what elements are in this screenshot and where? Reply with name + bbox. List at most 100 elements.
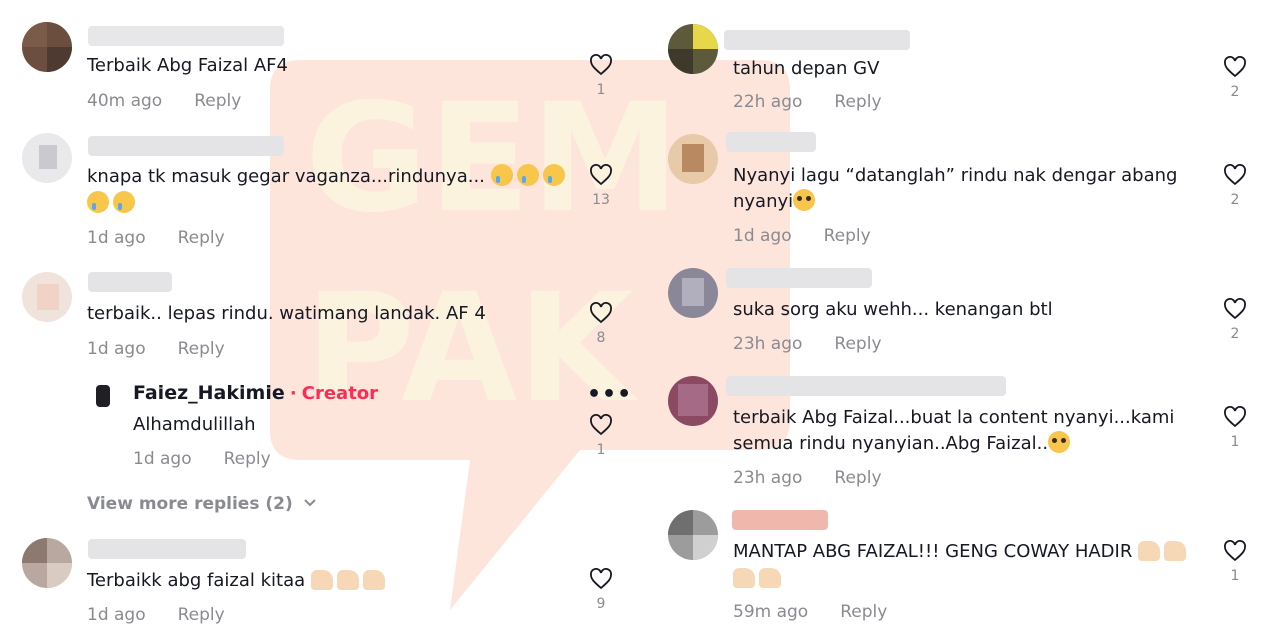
like-button[interactable]: 1 — [586, 54, 616, 98]
reply-button[interactable]: Reply — [834, 334, 881, 354]
like-count: 1 — [1230, 568, 1240, 584]
avatar[interactable] — [22, 133, 72, 183]
like-button[interactable]: 1 — [1220, 540, 1250, 584]
username-blurred[interactable] — [724, 30, 910, 50]
like-count: 1 — [596, 82, 606, 98]
reply-button[interactable]: Reply — [824, 226, 871, 246]
username-blurred[interactable] — [88, 26, 284, 46]
flexed-biceps-icon — [362, 570, 385, 590]
reply-button[interactable]: Reply — [834, 468, 881, 488]
crying-face-icon — [113, 191, 135, 213]
creator-username[interactable]: Faiez_Hakimie — [133, 382, 285, 404]
heart-icon[interactable] — [1223, 56, 1247, 78]
avatar[interactable] — [668, 268, 718, 318]
flexed-biceps-icon — [733, 568, 755, 588]
like-count: 1 — [1230, 434, 1240, 450]
avatar[interactable] — [668, 24, 718, 74]
comment-text-line2: semua rindu nyanyian..Abg Faizal.. — [733, 430, 1074, 457]
comment-time: 23h ago — [733, 468, 803, 488]
reply-button[interactable]: Reply — [840, 602, 887, 622]
pleading-face-icon — [1048, 431, 1071, 453]
view-more-replies-button[interactable]: View more replies (2) — [87, 494, 317, 514]
username-blurred[interactable] — [88, 539, 246, 559]
comment-time: 59m ago — [733, 602, 809, 622]
heart-icon[interactable] — [1223, 540, 1247, 562]
comment-text-line: semua rindu nyanyian..Abg Faizal.. — [733, 433, 1049, 454]
comment-text: MANTAP ABG FAIZAL!!! GENG COWAY HADIR — [733, 538, 1190, 565]
comment-text: terbaik Abg Faizal...buat la content nya… — [733, 407, 1175, 428]
comment-time: 22h ago — [733, 92, 803, 112]
heart-icon[interactable] — [589, 164, 613, 186]
comment-meta: 1d ago Reply — [133, 449, 271, 469]
creator-avatar[interactable] — [88, 381, 118, 411]
comment-meta: 1d ago Reply — [87, 605, 225, 625]
like-button[interactable]: 9 — [586, 568, 616, 612]
comment-meta: 1d ago Reply — [87, 339, 225, 359]
like-count: 13 — [592, 192, 610, 208]
reply-button[interactable]: Reply — [178, 605, 225, 625]
svg-text:PAK: PAK — [305, 262, 638, 436]
avatar[interactable] — [668, 510, 718, 560]
like-button[interactable]: 1 — [1220, 406, 1250, 450]
username-blurred[interactable] — [88, 272, 172, 292]
username-blurred[interactable] — [88, 136, 284, 156]
crying-face-icon — [87, 191, 109, 213]
comment-text: terbaik.. lepas rindu. watimang landak. … — [87, 303, 486, 324]
like-count: 2 — [1230, 192, 1240, 208]
crying-face-icon — [516, 164, 539, 186]
flexed-biceps-icon — [310, 570, 333, 590]
avatar[interactable] — [668, 376, 718, 426]
avatar[interactable] — [22, 272, 72, 322]
comment-text-line: MANTAP ABG FAIZAL!!! GENG COWAY HADIR — [733, 541, 1133, 562]
avatar[interactable] — [22, 538, 72, 588]
creator-header: Faiez_Hakimie · Creator — [133, 382, 378, 404]
like-count: 8 — [596, 330, 606, 346]
flexed-biceps-icon — [759, 568, 781, 588]
username-blurred[interactable] — [726, 376, 1006, 396]
reply-button[interactable]: Reply — [178, 339, 225, 359]
avatar[interactable] — [668, 134, 718, 184]
comment-meta: 23h ago Reply — [733, 334, 882, 354]
like-button[interactable]: 2 — [1220, 56, 1250, 100]
flexed-biceps-icon — [1138, 541, 1161, 561]
reply-button[interactable]: Reply — [224, 449, 271, 469]
heart-icon[interactable] — [1223, 406, 1247, 428]
comment-text: Nyanyi lagu “datanglah” rindu nak dengar… — [733, 165, 1178, 186]
avatar[interactable] — [22, 22, 72, 72]
creator-badge: Creator — [301, 383, 379, 404]
username-blurred[interactable] — [732, 510, 828, 530]
more-options-icon[interactable]: ••• — [587, 382, 632, 407]
like-button[interactable]: 13 — [586, 164, 616, 208]
like-button[interactable]: 2 — [1220, 164, 1250, 208]
heart-icon[interactable] — [589, 302, 613, 324]
reply-button[interactable]: Reply — [194, 91, 241, 111]
flexed-biceps-icon — [1164, 541, 1187, 561]
reply-button[interactable]: Reply — [834, 92, 881, 112]
comment-text-line2 — [733, 565, 785, 592]
like-count: 1 — [596, 442, 606, 458]
comment-text-line: nyanyi — [733, 191, 794, 212]
heart-icon[interactable] — [589, 54, 613, 76]
comment-meta: 23h ago Reply — [733, 468, 882, 488]
like-button[interactable]: 8 — [586, 302, 616, 346]
comment-text-line: Terbaikk abg faizal kitaa — [87, 570, 306, 591]
comment-text-line2: nyanyi — [733, 188, 819, 215]
heart-icon[interactable] — [589, 414, 613, 436]
comment-text: knapa tk masuk gegar vaganza...rindunya.… — [87, 163, 569, 190]
flexed-biceps-icon — [336, 570, 359, 590]
like-button[interactable]: 2 — [1220, 298, 1250, 342]
like-button[interactable]: 1 — [586, 414, 616, 458]
heart-icon[interactable] — [1223, 164, 1247, 186]
heart-icon[interactable] — [589, 568, 613, 590]
heart-icon[interactable] — [1223, 298, 1247, 320]
comment-text: Terbaik Abg Faizal AF4 — [87, 55, 288, 76]
view-more-label: View more replies (2) — [87, 494, 293, 514]
comment-meta: 22h ago Reply — [733, 92, 882, 112]
username-blurred[interactable] — [726, 268, 872, 288]
username-blurred[interactable] — [726, 132, 816, 152]
comment-text: suka sorg aku wehh... kenangan btl — [733, 299, 1053, 320]
reply-button[interactable]: Reply — [178, 228, 225, 248]
svg-text:GEM: GEM — [305, 72, 680, 246]
comment-time: 1d ago — [133, 449, 192, 469]
comment-text-line2 — [87, 190, 139, 217]
